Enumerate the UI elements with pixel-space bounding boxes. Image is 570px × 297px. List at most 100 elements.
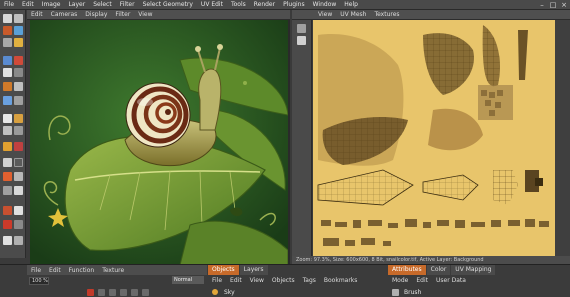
material-menu-edit[interactable]: Edit xyxy=(45,267,65,274)
menu-image[interactable]: Image xyxy=(38,0,65,10)
swatch-gray-2-icon[interactable] xyxy=(109,288,116,296)
viewport-menu-filter[interactable]: Filter xyxy=(111,11,134,18)
lasso-icon[interactable] xyxy=(14,96,23,105)
viewport-menu-edit[interactable]: Edit xyxy=(27,11,47,18)
live-select-icon[interactable] xyxy=(3,26,12,35)
attributes-header-row: Brush xyxy=(388,287,570,297)
blend-mode-select[interactable]: Normal xyxy=(172,276,204,284)
sky-object-icon xyxy=(212,289,218,295)
swatch-gray-3-icon[interactable] xyxy=(120,288,127,296)
tool-d-icon[interactable] xyxy=(14,172,23,181)
menu-uv-edit[interactable]: UV Edit xyxy=(197,0,227,10)
tool-k-icon[interactable] xyxy=(3,236,12,245)
tool-f-icon[interactable] xyxy=(14,186,23,195)
menu-select[interactable]: Select xyxy=(89,0,116,10)
menu-help[interactable]: Help xyxy=(340,0,362,10)
swatch-gray-5-icon[interactable] xyxy=(142,288,149,296)
selection-icon[interactable] xyxy=(3,96,12,105)
objects-menu-objects[interactable]: Objects xyxy=(268,277,299,284)
objects-tabs: Objects Layers xyxy=(208,265,288,275)
color-swatch-row xyxy=(27,287,207,297)
point-mode-icon[interactable] xyxy=(3,126,12,135)
undo-icon[interactable] xyxy=(3,14,12,23)
smudge-icon[interactable] xyxy=(14,68,23,77)
objects-menu-bookmarks[interactable]: Bookmarks xyxy=(320,277,362,284)
tab-color[interactable]: Color xyxy=(426,265,451,275)
material-menu-file[interactable]: File xyxy=(27,267,45,274)
uv-menu-view[interactable]: View xyxy=(292,11,336,18)
gradient-icon[interactable] xyxy=(14,82,23,91)
tool-i-icon[interactable] xyxy=(3,220,12,229)
menu-file[interactable]: File xyxy=(0,0,18,10)
fill-icon[interactable] xyxy=(3,82,12,91)
swatch-gray-4-icon[interactable] xyxy=(131,288,138,296)
tab-uv-mapping[interactable]: UV Mapping xyxy=(451,265,496,275)
layer-icon[interactable] xyxy=(14,142,23,151)
close-icon[interactable]: × xyxy=(560,1,568,9)
material-menu-function[interactable]: Function xyxy=(65,267,99,274)
uv-polygon-icon[interactable] xyxy=(14,126,23,135)
object-name-label: Sky xyxy=(224,288,235,296)
texture-icon[interactable] xyxy=(3,142,12,151)
object-list-item[interactable]: Sky xyxy=(208,287,388,297)
menu-plugins[interactable]: Plugins xyxy=(279,0,309,10)
minimize-icon[interactable]: – xyxy=(538,1,546,9)
viewport-menu-display[interactable]: Display xyxy=(81,11,111,18)
uv-menu-uv-mesh[interactable]: UV Mesh xyxy=(336,11,370,18)
tool-b-icon[interactable] xyxy=(14,158,23,167)
tool-l-icon[interactable] xyxy=(14,236,23,245)
opacity-field[interactable]: 100 % xyxy=(29,276,49,285)
menu-window[interactable]: Window xyxy=(309,0,341,10)
viewport-menu-cameras[interactable]: Cameras xyxy=(47,11,82,18)
swatch-gray-icon[interactable] xyxy=(98,288,105,296)
tool-c-icon[interactable] xyxy=(3,172,12,181)
uv-scale-icon[interactable] xyxy=(297,36,306,45)
menu-filter[interactable]: Filter xyxy=(116,0,139,10)
uv-move-icon[interactable] xyxy=(297,24,306,33)
objects-menu-view[interactable]: View xyxy=(246,277,268,284)
tool-j-icon[interactable] xyxy=(14,220,23,229)
material-menu-texture[interactable]: Texture xyxy=(98,267,128,274)
snail-render xyxy=(30,20,288,265)
polygon-mode-icon[interactable] xyxy=(3,114,12,123)
tool-a-icon[interactable] xyxy=(3,158,12,167)
clone-icon[interactable] xyxy=(3,68,12,77)
menu-edit[interactable]: Edit xyxy=(18,0,38,10)
viewport-menu-view[interactable]: View xyxy=(134,11,156,18)
tab-attributes[interactable]: Attributes xyxy=(388,265,426,275)
tool-e-icon[interactable] xyxy=(3,186,12,195)
objects-menu-tags[interactable]: Tags xyxy=(299,277,320,284)
attributes-menubar: Mode Edit User Data xyxy=(388,276,570,285)
menu-render[interactable]: Render xyxy=(250,0,279,10)
main-menubar: File Edit Image Layer Select Filter Sele… xyxy=(0,0,570,10)
tab-layers[interactable]: Layers xyxy=(239,265,268,275)
attributes-menu-edit[interactable]: Edit xyxy=(412,277,432,284)
maximize-icon[interactable]: □ xyxy=(549,1,557,9)
uv-texture-view[interactable] xyxy=(313,20,555,256)
3d-viewport[interactable] xyxy=(30,20,290,265)
uv-status-bar: Zoom: 97.3%, Size: 600x600, 8 Bit, snail… xyxy=(292,256,570,264)
uv-tool-strip xyxy=(292,20,312,256)
menu-select-geometry[interactable]: Select Geometry xyxy=(139,0,197,10)
objects-menu-edit[interactable]: Edit xyxy=(226,277,246,284)
uv-editor-menubar: View UV Mesh Textures xyxy=(292,10,570,20)
objects-menu-file[interactable]: File xyxy=(208,277,226,284)
scale-icon[interactable] xyxy=(3,38,12,47)
tab-objects[interactable]: Objects xyxy=(208,265,239,275)
menu-layer[interactable]: Layer xyxy=(64,0,89,10)
menu-tools[interactable]: Tools xyxy=(227,0,250,10)
attributes-menu-mode[interactable]: Mode xyxy=(388,277,412,284)
eraser-icon[interactable] xyxy=(14,56,23,65)
viewport-menubar: Edit Cameras Display Filter View xyxy=(27,10,290,20)
paint-brush-icon[interactable] xyxy=(3,56,12,65)
swatch-red-icon[interactable] xyxy=(87,288,94,296)
rotate-icon[interactable] xyxy=(14,38,23,47)
tool-h-icon[interactable] xyxy=(14,206,23,215)
tool-g-icon[interactable] xyxy=(3,206,12,215)
attributes-menu-user-data[interactable]: User Data xyxy=(432,277,470,284)
edge-mode-icon[interactable] xyxy=(14,114,23,123)
redo-icon[interactable] xyxy=(14,14,23,23)
brush-icon xyxy=(392,288,399,296)
uv-menu-textures[interactable]: Textures xyxy=(370,11,403,18)
move-icon[interactable] xyxy=(14,26,23,35)
